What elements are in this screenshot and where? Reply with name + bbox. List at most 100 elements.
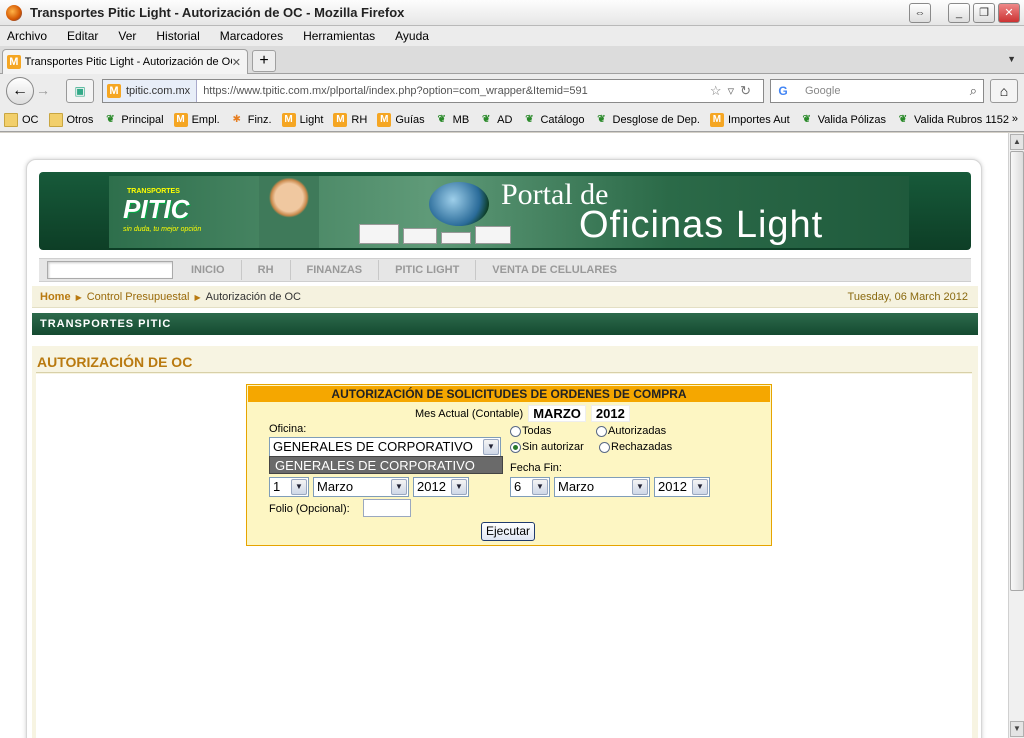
bookmark-item[interactable]: ✱ Finz. bbox=[230, 113, 272, 127]
menu-historial[interactable]: Historial bbox=[153, 29, 202, 43]
reload-icon[interactable]: ↻ bbox=[740, 83, 757, 98]
radio-todas[interactable]: Todas bbox=[510, 425, 551, 437]
close-button[interactable]: ✕ bbox=[998, 3, 1020, 23]
chevron-down-icon: ▼ bbox=[451, 479, 467, 495]
end-month-select[interactable]: Marzo ▼ bbox=[554, 477, 650, 497]
scroll-up-icon[interactable]: ▲ bbox=[1010, 134, 1024, 150]
menu-marcadores[interactable]: Marcadores bbox=[217, 29, 286, 43]
bookmark-item[interactable]: Otros bbox=[48, 112, 93, 127]
nav-pitic-light[interactable]: PITIC LIGHT bbox=[378, 260, 475, 280]
ejecutar-button[interactable]: Ejecutar bbox=[481, 522, 535, 541]
bookmark-item[interactable]: M Guías bbox=[377, 112, 425, 127]
nav-venta-celulares[interactable]: VENTA DE CELULARES bbox=[475, 260, 633, 280]
chevron-down-icon: ▼ bbox=[391, 479, 407, 495]
current-month-label: Mes Actual (Contable) bbox=[415, 407, 524, 420]
back-button[interactable]: ← bbox=[6, 77, 34, 105]
end-year-select[interactable]: 2012 ▼ bbox=[654, 477, 710, 497]
site-search-input[interactable] bbox=[47, 261, 173, 279]
breadcrumb-section[interactable]: Control Presupuestal bbox=[87, 291, 190, 303]
history-dropdown-icon[interactable]: ▿ bbox=[728, 83, 741, 98]
google-icon[interactable]: G bbox=[775, 83, 791, 99]
leaf-icon: ❦ bbox=[437, 113, 446, 125]
addon-icon[interactable]: ▣ bbox=[66, 79, 94, 103]
bookmark-item[interactable]: ❦ AD bbox=[479, 113, 512, 127]
bookmark-item[interactable]: M Light bbox=[281, 112, 324, 127]
nav-finanzas[interactable]: FINANZAS bbox=[289, 260, 379, 280]
nav-inicio[interactable]: INICIO bbox=[175, 260, 241, 280]
bookmark-item[interactable]: ❦ Valida Rubros 1152 bbox=[896, 113, 1009, 127]
company-bar: TRANSPORTES PITIC bbox=[32, 313, 978, 335]
start-year-select[interactable]: 2012 ▼ bbox=[413, 477, 469, 497]
start-day-select[interactable]: 1 ▼ bbox=[269, 477, 309, 497]
radio-todas-dot[interactable] bbox=[510, 425, 521, 437]
tab-bar: M Transportes Pitic Light - Autorización… bbox=[0, 46, 1024, 74]
breadcrumb-arrow-icon: ▶ bbox=[194, 292, 201, 302]
folder-icon bbox=[48, 112, 63, 127]
end-day-select[interactable]: 6 ▼ bbox=[510, 477, 550, 497]
bookmark-item[interactable]: M Empl. bbox=[173, 112, 220, 127]
search-box[interactable]: G Google ⌕ bbox=[770, 79, 984, 103]
new-tab-button[interactable]: + bbox=[252, 50, 276, 72]
url-text[interactable]: https://www.tpitic.com.mx/plportal/index… bbox=[203, 85, 588, 97]
oficina-dropdown-option[interactable]: GENERALES DE CORPORATIVO bbox=[269, 456, 503, 474]
bookmark-label: Light bbox=[299, 113, 324, 126]
window-titlebar: Transportes Pitic Light - Autorización d… bbox=[0, 0, 1024, 26]
breadcrumb-current: Autorización de OC bbox=[205, 291, 301, 303]
current-date: Tuesday, 06 March 2012 bbox=[847, 291, 968, 303]
bookmark-label: Finz. bbox=[247, 113, 272, 126]
bookmark-item[interactable]: ❦ Principal bbox=[103, 113, 163, 127]
radio-sin-autorizar-dot[interactable] bbox=[510, 441, 521, 453]
oficina-select[interactable]: GENERALES DE CORPORATIVO ▼ bbox=[269, 437, 501, 457]
bookmark-item[interactable]: ❦ MB bbox=[435, 113, 469, 127]
bookmark-label: Valida Pólizas bbox=[817, 113, 886, 126]
restore-button[interactable]: ❐ bbox=[973, 3, 995, 23]
nav-rh[interactable]: RH bbox=[240, 260, 290, 280]
minimize-button[interactable]: _ bbox=[948, 3, 970, 23]
scrollbar-thumb[interactable] bbox=[1010, 151, 1024, 591]
radio-sin-autorizar[interactable]: Sin autorizar bbox=[510, 441, 584, 453]
bookmark-item[interactable]: OC bbox=[4, 112, 39, 127]
address-bar[interactable]: M tpitic.com.mx https://www.tpitic.com.m… bbox=[102, 79, 764, 103]
forward-button[interactable]: → bbox=[36, 82, 50, 98]
site-nav: INICIO RH FINANZAS PITIC LIGHT VENTA DE … bbox=[39, 258, 971, 282]
scroll-down-icon[interactable]: ▼ bbox=[1010, 721, 1024, 737]
search-icon[interactable]: ⌕ bbox=[970, 83, 977, 99]
breadcrumb-home[interactable]: Home bbox=[40, 291, 71, 303]
radio-autorizadas-label: Autorizadas bbox=[608, 425, 667, 437]
truck-shape bbox=[359, 224, 399, 244]
chevron-down-icon: ▼ bbox=[483, 439, 499, 455]
bookmark-item[interactable]: M RH bbox=[333, 112, 367, 127]
site-favicon-icon: M bbox=[377, 112, 392, 127]
menu-archivo[interactable]: Archivo bbox=[4, 29, 50, 43]
vertical-scrollbar[interactable]: ▲ ▼ bbox=[1008, 133, 1024, 738]
start-month-select[interactable]: Marzo ▼ bbox=[313, 477, 409, 497]
bookmark-label: Principal bbox=[121, 113, 164, 126]
radio-rechazadas-dot[interactable] bbox=[599, 441, 610, 453]
radio-autorizadas[interactable]: Autorizadas bbox=[596, 425, 666, 437]
menu-herramientas[interactable]: Herramientas bbox=[300, 29, 378, 43]
menu-ayuda[interactable]: Ayuda bbox=[392, 29, 432, 43]
tab-active[interactable]: M Transportes Pitic Light - Autorización… bbox=[2, 49, 248, 74]
tab-label: Transportes Pitic Light - Autorización d… bbox=[24, 56, 232, 68]
leaf-icon: ❦ bbox=[597, 113, 606, 125]
radio-autorizadas-dot[interactable] bbox=[596, 425, 607, 437]
menu-editar[interactable]: Editar bbox=[64, 29, 101, 43]
fullscreen-toggle-button[interactable]: ⇔ bbox=[909, 3, 931, 23]
breadcrumb-arrow-icon: ▶ bbox=[75, 292, 82, 302]
bookmark-star-icon[interactable]: ☆ bbox=[710, 83, 728, 98]
bookmark-item[interactable]: ❦ Catálogo bbox=[522, 113, 584, 127]
tab-close-icon[interactable]: ✕ bbox=[232, 56, 241, 69]
bookmarks-overflow-icon[interactable]: » bbox=[1012, 113, 1018, 125]
tab-list-chevron-icon[interactable]: ▼ bbox=[1007, 54, 1016, 64]
home-button[interactable]: ⌂ bbox=[990, 79, 1018, 103]
site-identity[interactable]: M tpitic.com.mx bbox=[103, 80, 198, 102]
bookmark-item[interactable]: ❦ Desglose de Dep. bbox=[595, 113, 700, 127]
call-center-agent-image bbox=[259, 176, 319, 248]
search-input[interactable]: Google bbox=[805, 85, 840, 97]
menu-ver[interactable]: Ver bbox=[115, 29, 139, 43]
bookmark-item[interactable]: ❦ Valida Pólizas bbox=[800, 113, 886, 127]
folio-input[interactable] bbox=[363, 499, 411, 517]
form-header: AUTORIZACIÓN DE SOLICITUDES DE ORDENES D… bbox=[248, 386, 770, 402]
bookmark-item[interactable]: M Importes Aut bbox=[709, 112, 790, 127]
radio-rechazadas[interactable]: Rechazadas bbox=[599, 441, 672, 453]
